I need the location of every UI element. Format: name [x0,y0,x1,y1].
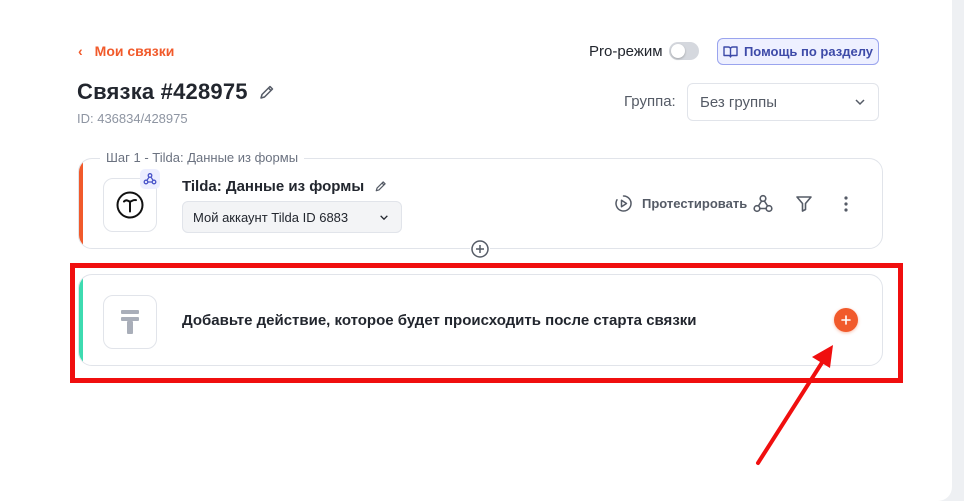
more-options-button[interactable] [840,194,852,214]
chevron-down-icon [855,99,865,106]
edit-title-button[interactable] [258,84,275,101]
test-button-label: Протестировать [642,196,748,211]
step-accent-bar [79,159,83,248]
chevron-left-icon: ‹ [78,43,83,59]
group-select[interactable]: Без группы [687,83,879,121]
book-icon [723,46,738,58]
help-button[interactable]: Помощь по разделу [717,38,879,65]
webhook-icon [143,173,157,185]
step-legend: Шаг 1 - Tilda: Данные из формы [100,150,305,165]
plus-icon [841,315,851,325]
filter-icon [796,196,812,212]
pencil-icon[interactable] [374,180,387,193]
step-name: Tilda: Данные из формы [182,178,387,195]
group-select-value: Без группы [700,93,778,111]
plus-icon [471,240,489,258]
bundle-id: ID: 436834/428975 [77,111,188,126]
webhook-button[interactable] [752,193,774,215]
step-name-label: Tilda: Данные из формы [182,178,365,195]
group-label: Группа: [624,93,676,110]
account-select[interactable]: Мой аккаунт Tilda ID 6883 [182,201,402,233]
toggle-knob [670,44,685,58]
action-app-icon [103,295,157,349]
back-link[interactable]: ‹ Мои связки [78,43,174,59]
back-link-label: Мои связки [94,43,175,59]
webhook-icon [753,194,773,213]
pencil-icon [259,85,273,99]
step-accent-bar [79,275,83,365]
main-panel: ‹ Мои связки Pro-режим Помощь по разделу… [0,0,952,501]
pro-mode: Pro-режим [589,42,699,60]
pro-mode-toggle[interactable] [668,42,699,60]
webhook-badge [140,169,160,189]
chevron-down-icon [380,214,388,220]
page-title: Связка #428975 [77,79,248,104]
add-step-between-button[interactable] [470,239,490,259]
app-placeholder-icon [121,310,139,334]
more-vertical-icon [844,196,848,212]
add-action-button[interactable] [834,308,858,332]
test-button[interactable]: Протестировать [614,194,747,213]
tilda-logo-icon [116,191,144,219]
help-button-label: Помощь по разделу [743,44,874,59]
account-select-value: Мой аккаунт Tilda ID 6883 [193,209,349,225]
filter-button[interactable] [795,194,813,213]
add-action-prompt: Добавьте действие, которое будет происхо… [182,312,697,329]
page-title-row: Связка #428975 [77,79,275,105]
play-icon [615,195,632,212]
pro-mode-label: Pro-режим [589,42,663,60]
